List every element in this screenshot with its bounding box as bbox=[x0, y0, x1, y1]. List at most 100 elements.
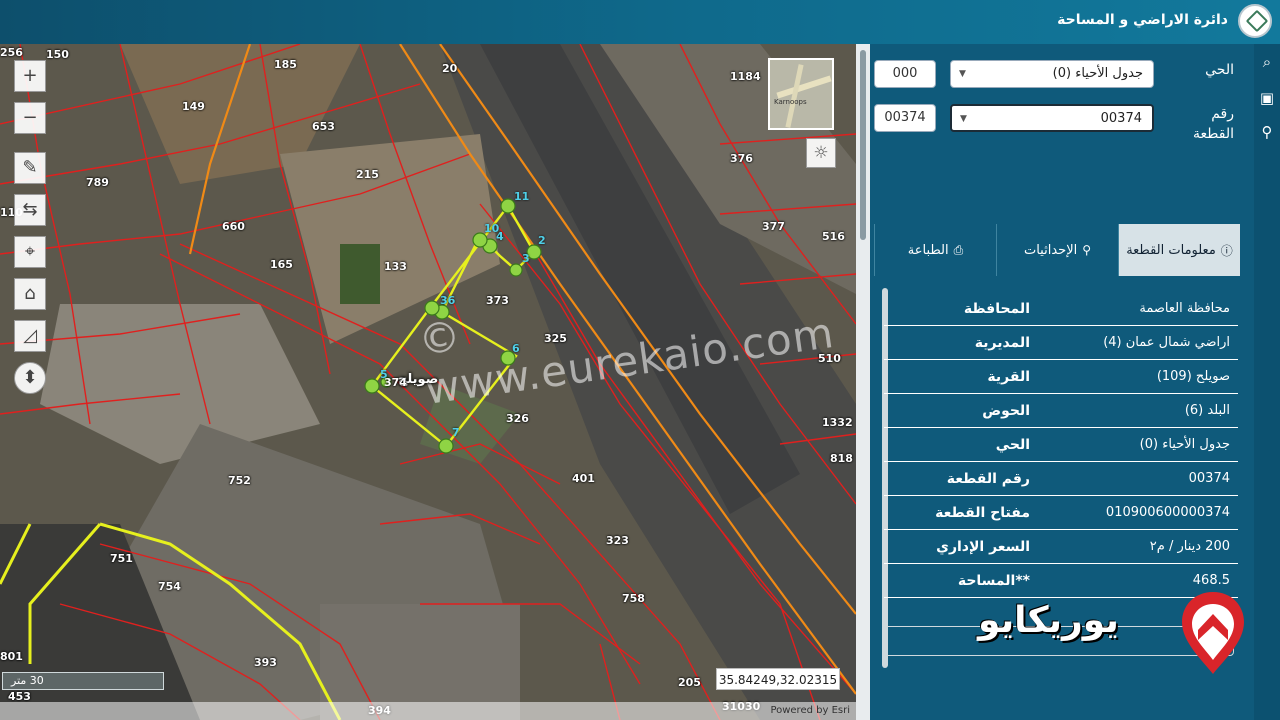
info-value: صويلح (109) bbox=[1156, 369, 1230, 384]
info-key: رقم القطعة bbox=[946, 470, 1030, 487]
info-value: جدول الأحياء (0) bbox=[1139, 437, 1230, 452]
parcel-label: 133 bbox=[384, 260, 407, 273]
parcel-label: 326 bbox=[506, 412, 529, 425]
info-key: الحوض bbox=[982, 402, 1030, 419]
locate-crosshair-icon[interactable]: ⌖ bbox=[14, 236, 46, 268]
chevron-down-icon: ▼ bbox=[959, 69, 966, 79]
info-key: المديرية bbox=[974, 334, 1030, 351]
info-row-village: القرية صويلح (109) bbox=[884, 360, 1238, 394]
district-code-input[interactable]: 000 bbox=[874, 60, 936, 88]
info-row-directorate: المديرية اراضي شمال عمان (4) bbox=[884, 326, 1238, 360]
info-tabs: ⓘ معلومات القطعة ⚲ الإحداثيات ⎙ الطباعة bbox=[874, 224, 1240, 276]
vertex-label: 5 bbox=[380, 368, 388, 381]
info-value: محافظة العاصمة bbox=[1139, 301, 1230, 316]
zoom-in-button[interactable]: + bbox=[14, 60, 46, 92]
info-key: الحي bbox=[995, 436, 1030, 453]
map-view[interactable]: © www.eurekaio.com صويلح 256 150 185 20 … bbox=[0, 44, 856, 720]
layers-icon[interactable]: ▣ bbox=[1257, 88, 1277, 108]
parcel-select-value: 00374 bbox=[1100, 111, 1142, 126]
info-value: البلد (6) bbox=[1184, 403, 1230, 418]
parcel-label: 758 bbox=[622, 592, 645, 605]
esri-attribution: Powered by Esri bbox=[0, 702, 856, 720]
parcel-label: 1332 bbox=[822, 416, 853, 429]
search-icon[interactable]: ⌕ bbox=[1257, 52, 1277, 72]
info-row-district: الحي جدول الأحياء (0) bbox=[884, 428, 1238, 462]
parcel-label: 401 bbox=[572, 472, 595, 485]
parcel-select[interactable]: ▼ 00374 bbox=[950, 104, 1154, 132]
measure-ruler-icon[interactable]: ⇆ bbox=[14, 194, 46, 226]
scale-bar: 30 متر bbox=[2, 672, 164, 690]
info-row-parcel-key: مفتاح القطعة 010900600000374 bbox=[884, 496, 1238, 530]
draw-pencil-icon[interactable]: ✎ bbox=[14, 152, 46, 184]
chevron-down-icon: ▼ bbox=[960, 114, 967, 124]
map-toolbar: + − ✎ ⇆ ⌖ ⌂ ◿ ⬍ bbox=[14, 60, 48, 404]
home-icon[interactable]: ⌂ bbox=[14, 278, 46, 310]
vertex-label: 36 bbox=[440, 294, 456, 307]
info-key: القرية bbox=[987, 368, 1030, 385]
parcel-label: 20 bbox=[442, 62, 458, 75]
right-toolbar: ⌕ ▣ ⚲ bbox=[1254, 44, 1280, 720]
print-icon: ⎙ bbox=[953, 242, 964, 257]
minimap-road bbox=[785, 64, 804, 128]
area-measure-icon[interactable]: ◿ bbox=[14, 320, 46, 352]
parcel-label: 323 bbox=[606, 534, 629, 547]
app-window: دائرة الاراضي و المساحة © www.eurekaio.c… bbox=[0, 0, 1280, 720]
parcel-label: 752 bbox=[228, 474, 251, 487]
sun-icon[interactable]: ☼ bbox=[806, 138, 836, 168]
tab-print[interactable]: ⎙ الطباعة bbox=[874, 224, 996, 276]
overview-minimap[interactable]: Karnoops bbox=[768, 58, 834, 130]
district-select[interactable]: ▼ جدول الأحياء (0) bbox=[950, 60, 1154, 88]
parcel-label: 1184 bbox=[730, 70, 761, 83]
header-bar: دائرة الاراضي و المساحة bbox=[0, 0, 1280, 44]
parcel-label: 165 bbox=[270, 258, 293, 271]
vertex-label: 7 bbox=[452, 426, 460, 439]
tab-parcel-info[interactable]: ⓘ معلومات القطعة bbox=[1118, 224, 1240, 276]
parcel-label: 376 bbox=[730, 152, 753, 165]
tab-coordinates[interactable]: ⚲ الإحداثيات bbox=[996, 224, 1118, 276]
info-value: اراضي شمال عمان (4) bbox=[1103, 335, 1230, 350]
parcel-label: 789 bbox=[86, 176, 109, 189]
minimap-road bbox=[776, 75, 832, 99]
tab-label: معلومات القطعة bbox=[1126, 242, 1216, 258]
vertex-label: 3 bbox=[522, 252, 530, 265]
info-value: 468.5 bbox=[1192, 573, 1230, 588]
land-department-logo bbox=[1238, 4, 1272, 38]
parcel-label: 150 bbox=[46, 48, 69, 61]
brand-logo-icon bbox=[1182, 592, 1244, 674]
scrollbar-thumb[interactable] bbox=[860, 50, 866, 240]
info-value: 00374 bbox=[1188, 471, 1230, 486]
parcel-label: 818 bbox=[830, 452, 853, 465]
parcel-label: 256 bbox=[0, 46, 23, 59]
tab-label: الإحداثيات bbox=[1023, 242, 1078, 258]
district-select-value: جدول الأحياء (0) bbox=[1052, 66, 1143, 81]
compass-icon[interactable]: ⬍ bbox=[14, 362, 46, 394]
parcel-label: 510 bbox=[818, 352, 841, 365]
vertex-label: 6 bbox=[512, 342, 520, 355]
info-row-admin-price: السعر الإداري 200 دينار / م٢ bbox=[884, 530, 1238, 564]
zoom-out-button[interactable]: − bbox=[14, 102, 46, 134]
parcel-label: 185 bbox=[274, 58, 297, 71]
parcel-label: 373 bbox=[486, 294, 509, 307]
info-value: 010900600000374 bbox=[1105, 505, 1230, 520]
parcel-label: 801 bbox=[0, 650, 23, 663]
panel-scrollbar[interactable] bbox=[856, 44, 870, 720]
info-row-parcel-number: رقم القطعة 00374 bbox=[884, 462, 1238, 496]
info-value: 200 دينار / م٢ bbox=[1149, 539, 1230, 554]
vertex-label: 2 bbox=[538, 234, 546, 247]
page-title: دائرة الاراضي و المساحة bbox=[1057, 12, 1228, 28]
vertex-label: 10 bbox=[484, 222, 500, 235]
parcel-label: 653 bbox=[312, 120, 335, 133]
location-pin-icon[interactable]: ⚲ bbox=[1257, 122, 1277, 142]
parcel-field-label: رقم القطعة bbox=[1193, 106, 1234, 142]
parcel-code-input[interactable]: 00374 bbox=[874, 104, 936, 132]
info-key: مفتاح القطعة bbox=[935, 504, 1030, 521]
info-key: **المساحة bbox=[957, 572, 1030, 589]
parcel-label: 751 bbox=[110, 552, 133, 565]
parcel-info-table: المحافظة محافظة العاصمة المديرية اراضي ش… bbox=[884, 292, 1238, 598]
parcel-label: 393 bbox=[254, 656, 277, 669]
info-row-basin: الحوض البلد (6) bbox=[884, 394, 1238, 428]
info-key: السعر الإداري bbox=[936, 538, 1030, 555]
parcel-label: 149 bbox=[182, 100, 205, 113]
info-key: المحافظة bbox=[963, 300, 1030, 317]
minimap-label: Karnoops bbox=[774, 98, 807, 106]
